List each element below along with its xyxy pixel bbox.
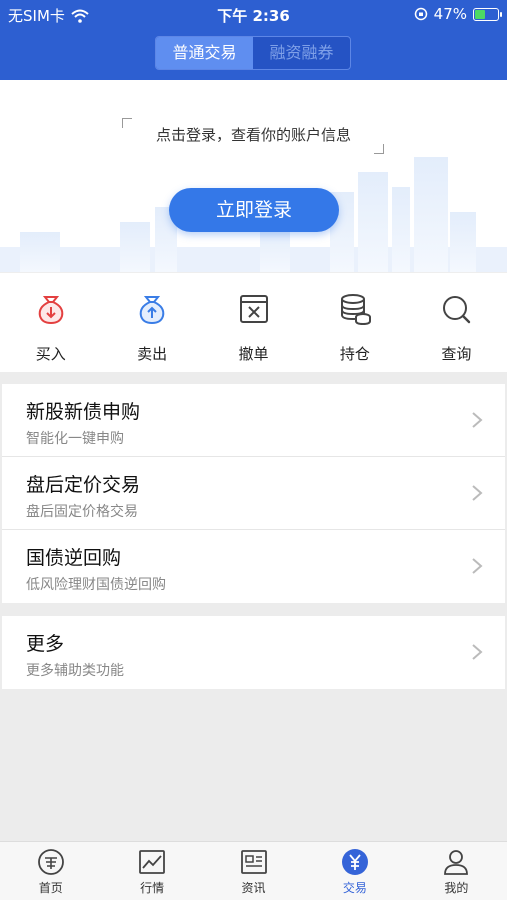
chevron-right-icon: [472, 644, 483, 660]
coupon-icon: [37, 849, 64, 875]
tab-label: 我的: [444, 881, 469, 895]
action-query[interactable]: 查询: [406, 273, 507, 372]
more-services-list: 更多 更多辅助类功能: [2, 616, 505, 689]
battery-percent: 47%: [433, 5, 467, 23]
login-button[interactable]: 立即登录: [169, 188, 339, 232]
action-label: 卖出: [137, 345, 168, 363]
action-buy[interactable]: 买入: [0, 273, 101, 372]
tab-news[interactable]: 资讯: [203, 842, 304, 900]
action-cancel-order[interactable]: 撤单: [203, 273, 304, 372]
action-label: 撤单: [238, 345, 269, 363]
action-positions[interactable]: 持仓: [304, 273, 405, 372]
bracket-decoration: [374, 144, 384, 154]
person-icon: [444, 850, 469, 875]
tab-me[interactable]: 我的: [406, 842, 507, 900]
yen-icon: [341, 849, 368, 875]
sell-moneybag-icon: [139, 296, 165, 325]
tab-margin-trade[interactable]: 融资融券: [253, 37, 350, 69]
search-icon: [443, 296, 471, 324]
cancel-order-icon: [239, 295, 268, 323]
tab-normal-trade[interactable]: 普通交易: [156, 37, 253, 69]
coins-stack-icon: [340, 294, 371, 326]
trade-services-list: 新股新债申购 智能化一键申购 盘后定价交易 盘后固定价格交易 国债逆回购 低风险…: [2, 384, 505, 603]
chevron-right-icon: [472, 558, 483, 574]
tab-trade[interactable]: 交易: [304, 842, 405, 900]
list-item-reverse-repo[interactable]: 国债逆回购 低风险理财国债逆回购: [2, 530, 505, 603]
bottom-tab-bar: 首页 行情 资讯 交易 我的: [0, 841, 507, 900]
list-item-more[interactable]: 更多 更多辅助类功能: [2, 616, 505, 689]
trade-type-segment: 普通交易 融资融券: [155, 36, 351, 70]
tab-label: 首页: [38, 881, 63, 895]
tab-label: 交易: [342, 881, 367, 895]
tab-home[interactable]: 首页: [0, 842, 101, 900]
action-label: 持仓: [339, 345, 370, 363]
list-item-ipo-subscribe[interactable]: 新股新债申购 智能化一键申购: [2, 384, 505, 457]
action-label: 查询: [441, 345, 472, 363]
orientation-lock-icon: [414, 7, 427, 21]
header: 无SIM卡 下午 2:36 47% 普通交易 融资融券: [0, 0, 507, 80]
chart-icon: [139, 850, 166, 874]
login-prompt[interactable]: 点击登录，查看你的账户信息: [0, 124, 507, 145]
login-banner: 点击登录，查看你的账户信息 立即登录: [0, 80, 507, 272]
status-bar: 无SIM卡 下午 2:36 47%: [0, 0, 507, 28]
action-label: 买入: [35, 345, 66, 363]
tab-market[interactable]: 行情: [101, 842, 202, 900]
list-item-after-hours[interactable]: 盘后定价交易 盘后固定价格交易: [2, 457, 505, 530]
tab-label: 行情: [140, 881, 165, 895]
chevron-right-icon: [472, 485, 483, 501]
news-icon: [240, 850, 267, 874]
quick-actions: 买入 卖出 撤单 持仓 查询: [0, 272, 507, 372]
buy-moneybag-icon: [38, 296, 63, 325]
action-sell[interactable]: 卖出: [101, 273, 202, 372]
chevron-right-icon: [472, 412, 483, 428]
battery-icon: [473, 7, 502, 21]
tab-label: 资讯: [241, 881, 266, 895]
